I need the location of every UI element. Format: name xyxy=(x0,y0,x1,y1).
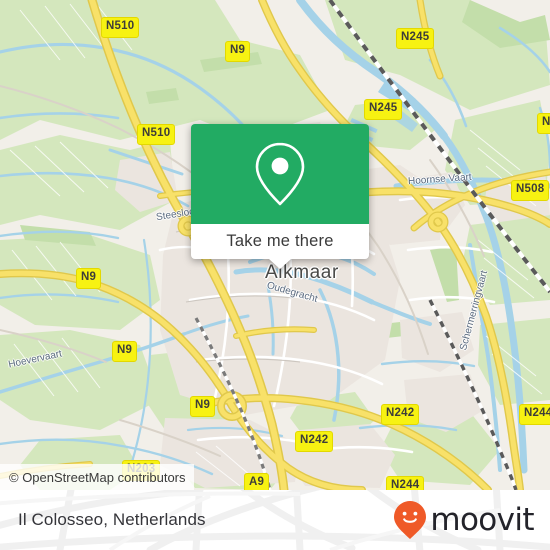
footer-bar: Il Colosseo, Netherlands moovit xyxy=(0,490,550,550)
callout-tail xyxy=(269,259,291,269)
moovit-wordmark: moovit xyxy=(430,501,534,538)
take-me-there-label: Take me there xyxy=(226,232,334,250)
callout-footer[interactable]: Take me there xyxy=(191,224,369,269)
destination-callout[interactable]: Take me there xyxy=(191,124,369,269)
moovit-pin-icon xyxy=(394,501,427,539)
place-title: Il Colosseo, Netherlands xyxy=(18,510,206,529)
map-canvas[interactable]: Alkmaar Steesloot Oudegracht Hoornse Vaa… xyxy=(0,0,550,490)
moovit-map-screen: Alkmaar Steesloot Oudegracht Hoornse Vaa… xyxy=(0,0,550,550)
moovit-logo[interactable]: moovit xyxy=(393,500,535,540)
map-attribution[interactable]: © OpenStreetMap contributors xyxy=(0,464,194,490)
attribution-text: © OpenStreetMap contributors xyxy=(9,469,186,485)
map-pin-icon xyxy=(255,142,305,206)
callout-header xyxy=(191,124,369,224)
